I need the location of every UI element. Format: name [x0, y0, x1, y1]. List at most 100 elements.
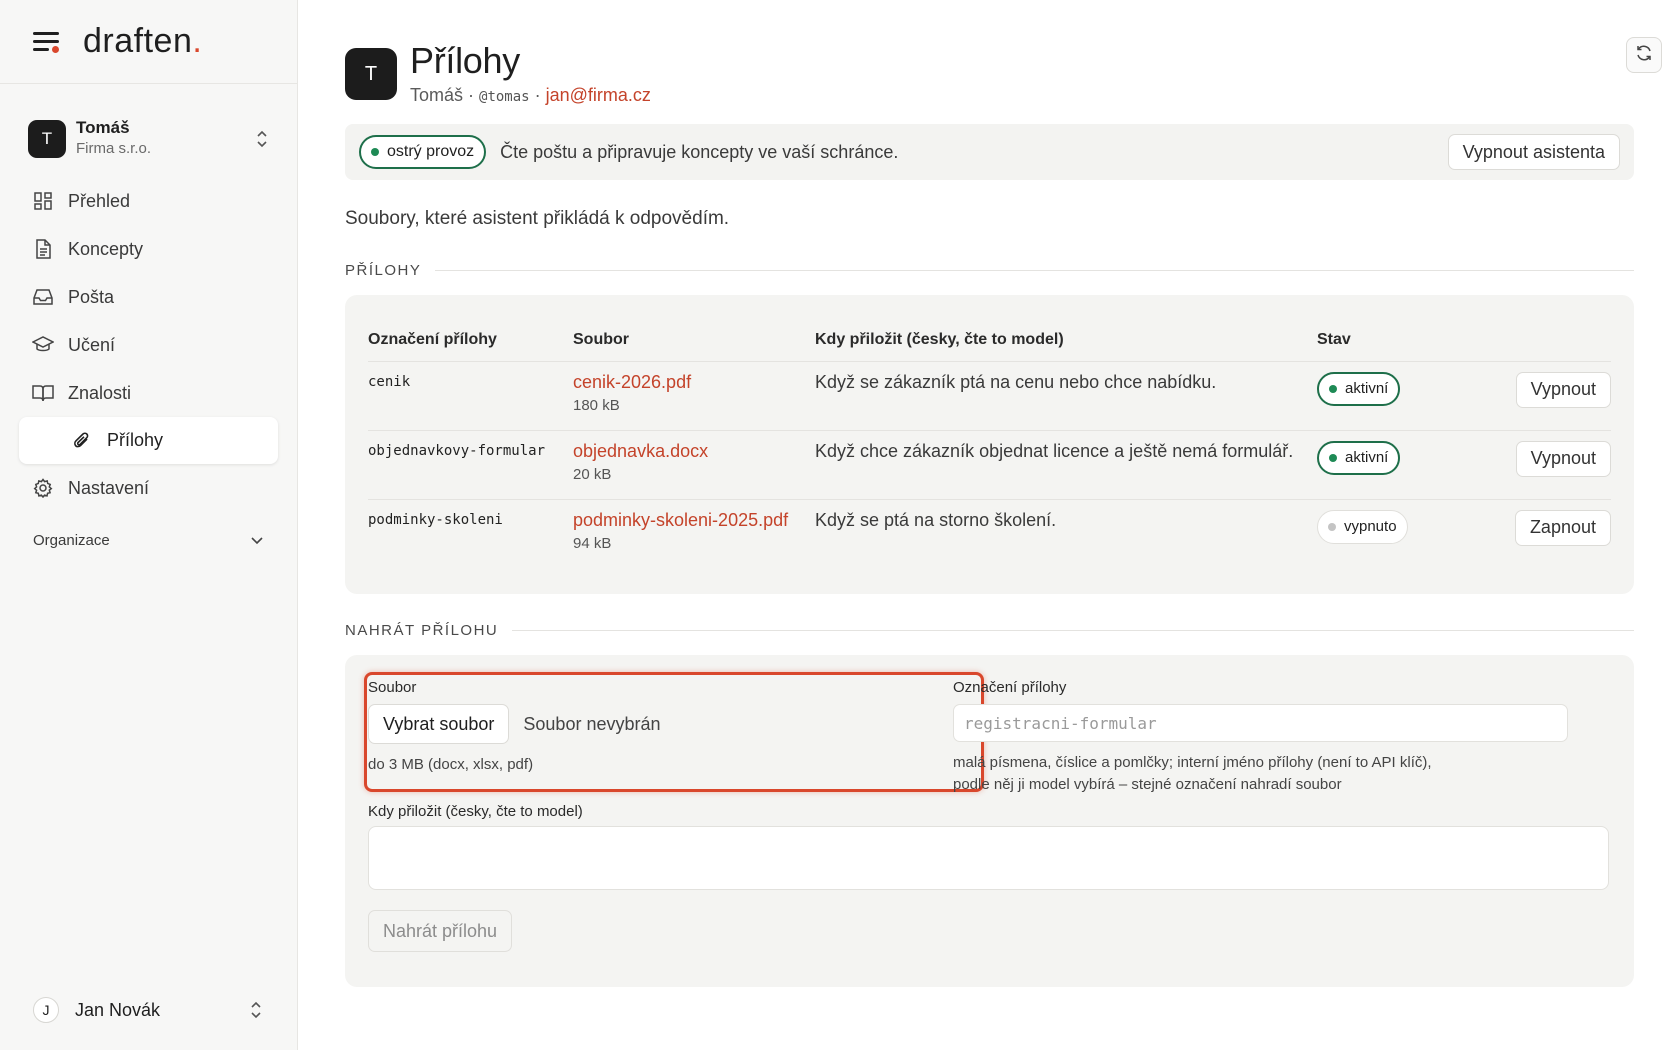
sidebar-item-label: Učení	[68, 334, 116, 355]
page-header: T Přílohy Tomáš · @tomas · jan@firma.cz	[345, 40, 1680, 108]
sidebar: draften. T Tomáš Firma s.r.o. Přehled Ko…	[0, 0, 298, 1050]
gear-icon	[32, 477, 54, 499]
attachments-table: Označení přílohy Soubor Kdy přiložit (če…	[368, 309, 1611, 568]
column-header: Označení přílohy	[368, 309, 573, 362]
when-field: Kdy přiložit (česky, čte to model)	[368, 803, 1609, 895]
page-title: Přílohy	[410, 40, 520, 81]
sidebar-item-label: Přehled	[68, 190, 131, 211]
upload-form: Soubor Vybrat soubor Soubor nevybrán do …	[345, 655, 1634, 987]
status-badge: aktivní	[1317, 371, 1401, 406]
page-subtitle: Tomáš · @tomas · jan@firma.cz	[410, 82, 651, 110]
sidebar-item-label: Pošta	[68, 286, 115, 307]
account-name: Tomáš	[76, 118, 130, 137]
attachment-name-input[interactable]	[953, 704, 1568, 742]
attachment-when: Když chce zákazník objednat licence a je…	[815, 430, 1317, 500]
attachment-when: Když se zákazník ptá na cenu nebo chce n…	[815, 361, 1317, 431]
section-title: PŘÍLOHY	[345, 262, 422, 279]
when-label: Kdy přiložit (česky, čte to model)	[368, 803, 583, 820]
sidebar-item-label: Koncepty	[68, 238, 144, 259]
table-header-row: Označení přílohy Soubor Kdy přiložit (če…	[368, 309, 1611, 362]
disable-assistant-button[interactable]: Vypnout asistenta	[1447, 134, 1620, 170]
refresh-button[interactable]	[1626, 37, 1662, 73]
attachment-file-size: 94 kB	[573, 534, 612, 552]
upload-section-header: NAHRÁT PŘÍLOHU	[345, 622, 1634, 639]
sidebar-item-label: Znalosti	[68, 382, 132, 403]
choose-file-button[interactable]: Vybrat soubor	[368, 704, 510, 744]
organization-label: Organizace	[33, 531, 110, 549]
menu-icon[interactable]	[33, 31, 59, 53]
graduation-cap-icon	[32, 334, 54, 356]
dashboard-icon	[32, 190, 54, 212]
sidebar-item-prehled[interactable]: Přehled	[0, 177, 297, 225]
sidebar-item-uceni[interactable]: Učení	[0, 321, 297, 369]
table-row: podminky-skoleni podminky-skoleni-2025.p…	[368, 499, 1611, 568]
status-badge: aktivní	[1317, 440, 1401, 475]
attachment-file-size: 180 kB	[573, 396, 620, 414]
chevron-up-down-icon	[255, 129, 269, 149]
file-label: Soubor	[368, 679, 417, 696]
attachment-label: cenik	[368, 361, 573, 431]
file-field: Soubor Vybrat soubor Soubor nevybrán do …	[368, 679, 661, 773]
no-file-text: Soubor nevybrán	[523, 713, 661, 734]
when-textarea[interactable]	[368, 826, 1609, 890]
column-header: Stav	[1317, 309, 1429, 362]
sidebar-item-label: Nastavení	[68, 477, 150, 498]
inbox-icon	[32, 286, 54, 308]
attachments-card: Označení přílohy Soubor Kdy přiložit (če…	[345, 295, 1634, 594]
attachment-file-link[interactable]: podminky-skoleni-2025.pdf	[573, 510, 815, 531]
status-badge: ostrý provoz	[359, 135, 487, 169]
attachment-name-field: Označení přílohy malá písmena, číslice a…	[953, 679, 1568, 796]
toggle-attachment-button[interactable]: Zapnout	[1514, 509, 1611, 546]
attachments-section-header: PŘÍLOHY	[345, 262, 1634, 279]
file-hint: do 3 MB (docx, xlsx, pdf)	[368, 756, 534, 773]
attachment-file-link[interactable]: cenik-2026.pdf	[573, 372, 815, 393]
attachment-when: Když se ptá na storno školení.	[815, 509, 1057, 530]
sidebar-item-posta[interactable]: Pošta	[0, 273, 297, 321]
table-row: cenik cenik-2026.pdf 180 kB Když se zákaz…	[368, 361, 1611, 431]
page-description: Soubory, které asistent přikládá k odpov…	[345, 208, 730, 229]
chevron-down-icon	[251, 532, 263, 549]
sidebar-item-koncepty[interactable]: Koncepty	[0, 225, 297, 273]
table-row: objednavkovy-formular objednavka.docx 20 …	[368, 430, 1611, 500]
paperclip-icon	[71, 430, 93, 452]
book-icon	[32, 382, 54, 404]
account-company: Firma s.r.o.	[76, 140, 152, 157]
user-name: Jan Novák	[75, 999, 161, 1020]
section-title: NAHRÁT PŘÍLOHU	[345, 622, 499, 639]
owner-name: Tomáš	[410, 85, 464, 105]
column-header	[1429, 309, 1611, 362]
owner-email-link[interactable]: jan@firma.cz	[546, 85, 651, 105]
main-content: T Přílohy Tomáš · @tomas · jan@firma.cz …	[298, 0, 1680, 1050]
sidebar-item-label: Přílohy	[107, 430, 164, 450]
refresh-icon	[1635, 44, 1653, 67]
app: draften. T Tomáš Firma s.r.o. Přehled Ko…	[0, 0, 1680, 1050]
attachment-name-hint: malá písmena, číslice a pomlčky; interní…	[953, 754, 1432, 793]
account-avatar: T	[28, 120, 66, 158]
logo[interactable]: draften.	[83, 22, 202, 61]
toggle-attachment-button[interactable]: Vypnout	[1515, 371, 1611, 408]
toggle-attachment-button[interactable]: Vypnout	[1515, 440, 1611, 477]
sidebar-item-nastaveni[interactable]: Nastavení	[0, 464, 297, 512]
status-text: Čte poštu a připravuje koncepty ve vaší …	[500, 141, 899, 162]
organization-toggle[interactable]: Organizace	[0, 516, 297, 564]
attachment-label: podminky-skoleni	[368, 511, 503, 528]
column-header: Soubor	[573, 309, 815, 362]
attachment-file-link[interactable]: objednavka.docx	[573, 441, 815, 462]
chevron-up-down-icon	[249, 1000, 263, 1020]
separator: ·	[463, 85, 480, 105]
separator: ·	[529, 85, 546, 105]
owner-handle: @tomas	[479, 89, 530, 105]
brand-bar: draften.	[0, 0, 297, 84]
attachment-name-label: Označení přílohy	[953, 679, 1067, 696]
column-header: Kdy přiložit (česky, čte to model)	[815, 309, 1317, 362]
sidebar-item-znalosti[interactable]: Znalosti	[0, 369, 297, 417]
upload-attachment-button[interactable]: Nahrát přílohu	[368, 910, 513, 952]
sidebar-item-prilohy[interactable]: Přílohy	[19, 417, 278, 464]
user-menu[interactable]: J Jan Novák	[33, 994, 263, 1026]
account-switcher[interactable]: T Tomáš Firma s.r.o.	[0, 117, 297, 161]
attachment-label: objednavkovy-formular	[368, 430, 573, 500]
user-avatar: J	[33, 997, 59, 1023]
page-avatar: T	[345, 48, 397, 100]
document-icon	[32, 238, 54, 260]
status-badge: vypnuto	[1317, 509, 1408, 544]
